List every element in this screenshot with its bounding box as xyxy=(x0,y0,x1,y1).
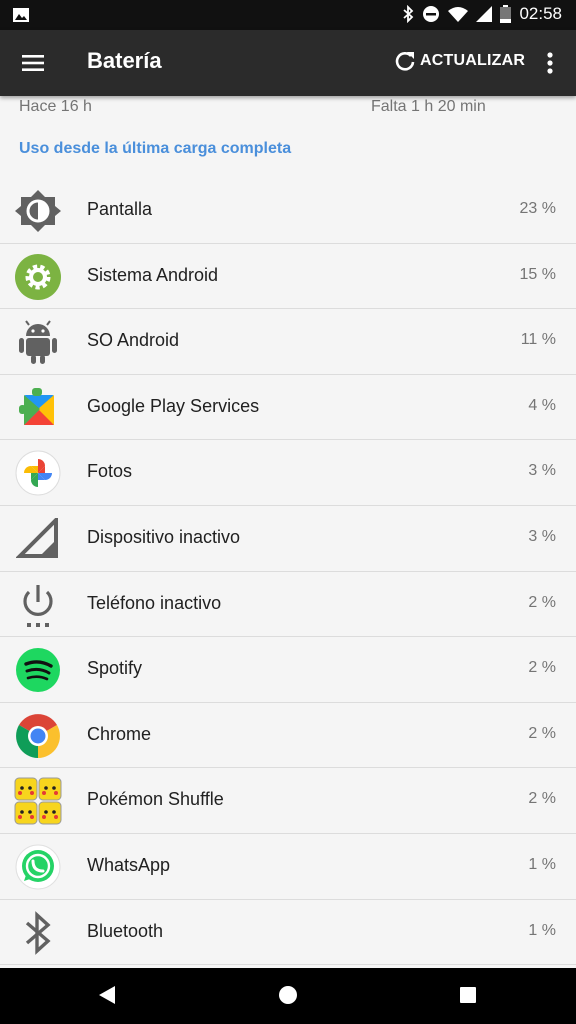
item-percent: 2 % xyxy=(528,724,556,742)
refresh-button[interactable]: ACTUALIZAR xyxy=(394,50,525,72)
battery-graph-time-axis: Hace 16 h Falta 1 h 20 min xyxy=(0,98,576,118)
wifi-icon xyxy=(448,7,469,22)
item-percent: 2 % xyxy=(528,659,556,677)
item-percent: 4 % xyxy=(528,396,556,414)
more-options-icon[interactable] xyxy=(540,48,560,78)
play-services-icon xyxy=(14,385,62,431)
item-name: Pokémon Shuffle xyxy=(87,789,224,810)
android-robot-icon xyxy=(14,319,62,365)
item-name: Bluetooth xyxy=(87,920,164,941)
item-percent: 1 % xyxy=(528,921,556,939)
clock: 02:58 xyxy=(519,4,562,23)
list-item[interactable]: Dispositivo inactivo 3 % xyxy=(0,506,576,572)
item-percent: 3 % xyxy=(528,462,556,480)
section-header: Uso desde la última carga completa xyxy=(19,140,292,157)
navigation-bar xyxy=(0,968,576,1024)
bluetooth-icon xyxy=(14,910,62,956)
item-percent: 2 % xyxy=(528,790,556,808)
pokemon-shuffle-icon xyxy=(14,777,62,825)
item-name: WhatsApp xyxy=(87,854,171,875)
brightness-icon xyxy=(14,188,62,234)
app-bar: Batería ACTUALIZAR xyxy=(0,30,576,96)
item-percent: 11 % xyxy=(520,331,556,349)
item-name: Sistema Android xyxy=(87,264,219,285)
page-title: Batería xyxy=(87,48,162,73)
item-percent: 1 % xyxy=(528,855,556,873)
signal-triangle-icon xyxy=(14,516,62,562)
list-item[interactable]: Spotify 2 % xyxy=(0,637,576,703)
list-item[interactable]: Pantalla 23 % xyxy=(0,178,576,244)
list-item[interactable]: Fotos 3 % xyxy=(0,440,576,506)
usage-list: Pantalla 23 % Sistema Android 15 % SO An… xyxy=(0,178,576,966)
list-item[interactable]: Teléfono inactivo 2 % xyxy=(0,572,576,638)
spotify-icon xyxy=(14,647,62,693)
item-name: Pantalla xyxy=(87,199,153,219)
list-item[interactable]: Chrome 2 % xyxy=(0,703,576,769)
item-name: Teléfono inactivo xyxy=(87,592,222,613)
android-system-gear-icon xyxy=(14,253,62,300)
list-item[interactable]: Bluetooth 1 % xyxy=(0,900,576,966)
battery-usage-content: Hace 16 h Falta 1 h 20 min Uso desde la … xyxy=(0,96,576,968)
list-item[interactable]: Sistema Android 15 % xyxy=(0,244,576,310)
bluetooth-icon xyxy=(403,5,414,23)
status-bar: 02:58 xyxy=(0,0,576,30)
item-percent: 15 % xyxy=(519,265,556,283)
power-icon xyxy=(14,582,62,628)
back-icon[interactable] xyxy=(97,984,117,1006)
list-item[interactable]: Pokémon Shuffle 2 % xyxy=(0,768,576,834)
item-percent: 2 % xyxy=(528,593,556,611)
signal-icon xyxy=(476,6,493,22)
item-name: Dispositivo inactivo xyxy=(87,526,241,547)
menu-icon[interactable] xyxy=(18,47,50,79)
list-item[interactable]: Google Play Services 4 % xyxy=(0,375,576,441)
recents-icon[interactable] xyxy=(459,986,477,1004)
item-name: SO Android xyxy=(87,330,180,351)
refresh-icon xyxy=(395,52,415,71)
item-name: Spotify xyxy=(87,658,143,679)
image-icon xyxy=(13,8,29,22)
home-icon[interactable] xyxy=(278,985,298,1005)
item-name: Google Play Services xyxy=(87,395,260,416)
item-name: Chrome xyxy=(87,723,152,744)
photos-pinwheel-icon xyxy=(14,450,62,496)
time-since-label: Hace 16 h xyxy=(19,98,92,115)
time-remaining-label: Falta 1 h 20 min xyxy=(371,98,486,115)
do-not-disturb-icon xyxy=(423,6,440,22)
list-item[interactable]: SO Android 11 % xyxy=(0,309,576,375)
chrome-icon xyxy=(14,713,62,759)
whatsapp-icon xyxy=(14,844,62,890)
item-percent: 3 % xyxy=(528,527,556,545)
list-item[interactable]: WhatsApp 1 % xyxy=(0,834,576,900)
refresh-label: ACTUALIZAR xyxy=(420,52,526,69)
battery-icon xyxy=(500,5,512,23)
item-percent: 23 % xyxy=(519,200,556,217)
item-name: Fotos xyxy=(87,461,133,482)
